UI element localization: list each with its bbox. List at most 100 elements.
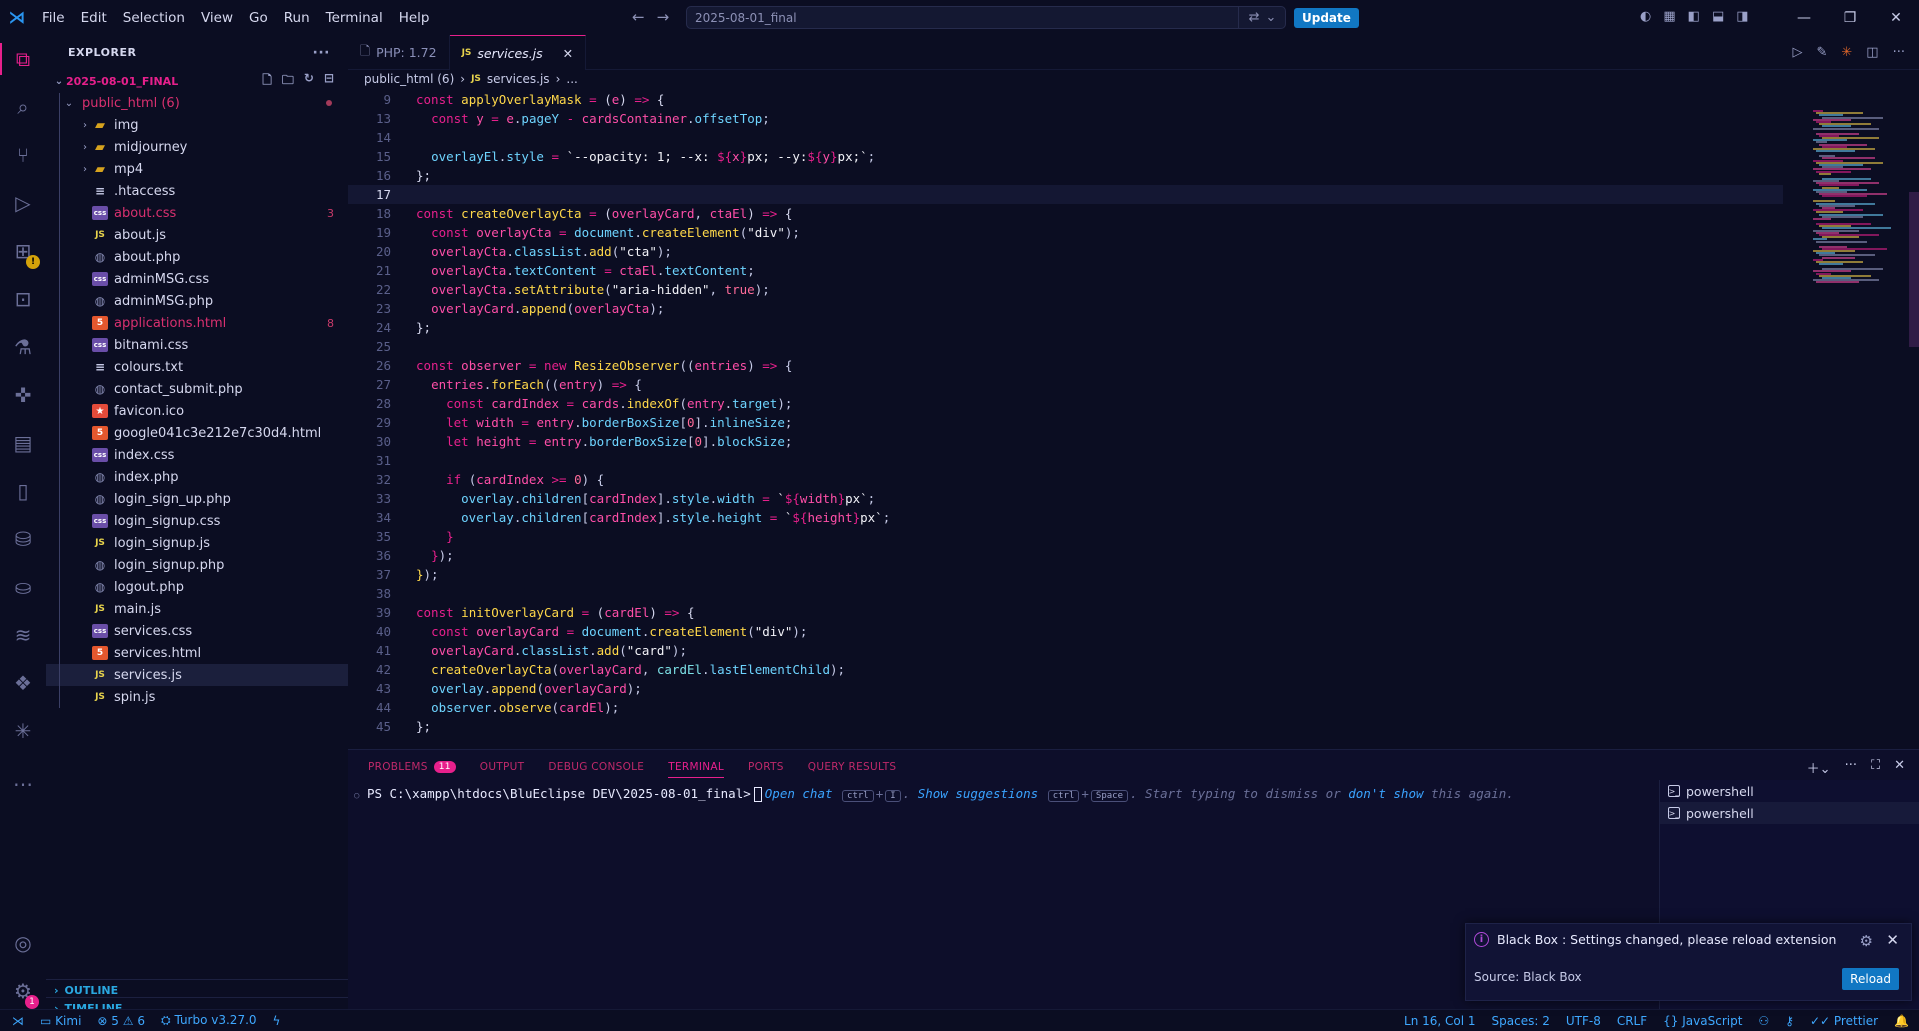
tree-file[interactable]: css index.css [46, 444, 348, 466]
code-line[interactable]: 29 let width = entry.borderBoxSize[0].in… [348, 413, 1783, 432]
split-editor-icon[interactable]: ◫ [1866, 45, 1878, 60]
open-chat-link[interactable]: Open chat [765, 786, 833, 801]
new-terminal-icon[interactable]: ＋⌄ [1807, 758, 1831, 777]
python-icon[interactable]: ✜ [0, 371, 46, 419]
new-folder-icon[interactable]: 🗀 [282, 71, 294, 92]
encoding[interactable]: UTF-8 [1566, 1014, 1601, 1028]
notebook-icon[interactable]: ▯ [0, 467, 46, 515]
tab-ports[interactable]: PORTS [748, 761, 784, 773]
blackbox-action-icon[interactable]: ✳ [1841, 45, 1852, 60]
tree-file[interactable]: ≡ .htaccess [46, 180, 348, 202]
testing-icon[interactable]: ⚗ [0, 323, 46, 371]
minimize-icon[interactable]: — [1781, 0, 1827, 35]
toggle-secondary-sidebar-icon[interactable]: ◨ [1736, 9, 1748, 24]
cursor-position[interactable]: Ln 16, Col 1 [1404, 1014, 1476, 1028]
php-server-icon[interactable]: ▤ [0, 419, 46, 467]
breadcrumb-folder[interactable]: public_html (6) [364, 72, 454, 86]
copilot-icon[interactable]: ⚇ [1758, 1014, 1769, 1028]
menu-edit[interactable]: Edit [73, 10, 115, 26]
layers-icon[interactable]: ≋ [0, 611, 46, 659]
code-line[interactable]: 45}; [348, 717, 1783, 736]
tree-folder[interactable]: › ▰ midjourney [46, 136, 348, 158]
tree-file[interactable]: 5 services.html [46, 642, 348, 664]
close-icon[interactable]: ✕ [1886, 931, 1899, 949]
code-line[interactable]: 24}; [348, 318, 1783, 337]
blackbox-icon[interactable]: ✳ [0, 707, 46, 755]
terminal-item[interactable]: >_ powershell [1660, 802, 1919, 824]
forward-arrow-icon[interactable]: → [657, 8, 670, 26]
tree-file[interactable]: ◍ index.php [46, 466, 348, 488]
code-line[interactable]: 28 const cardIndex = cards.indexOf(entry… [348, 394, 1783, 413]
update-button[interactable]: Update [1294, 8, 1359, 28]
code-line[interactable]: 27 entries.forEach((entry) => { [348, 375, 1783, 394]
explorer-icon[interactable]: ⧉ [0, 35, 46, 83]
tab-problems[interactable]: PROBLEMS 11 [368, 760, 456, 773]
command-center-search[interactable]: 2025-08-01_final [686, 6, 1286, 29]
tree-file[interactable]: ★ favicon.ico [46, 400, 348, 422]
tree-file[interactable]: JS services.js [46, 664, 348, 686]
lightning-icon[interactable]: ϟ [273, 1014, 281, 1028]
turbo-status[interactable]: ⛭ Turbo v3.27.0 [161, 1013, 257, 1028]
remote-icon[interactable]: ⋊ [12, 1014, 24, 1028]
close-window-icon[interactable]: ✕ [1873, 0, 1919, 35]
kimi-status[interactable]: ▭ Kimi [40, 1014, 81, 1028]
tree-file[interactable]: 5 google041c3e212e7c30d4.html [46, 422, 348, 444]
restore-icon[interactable]: ❐ [1827, 0, 1873, 35]
source-control-icon[interactable]: ⑂ [0, 131, 46, 179]
menu-help[interactable]: Help [391, 10, 438, 26]
tree-file[interactable]: ◍ login_signup.php [46, 554, 348, 576]
code-line[interactable]: 36 }); [348, 546, 1783, 565]
panel-more-icon[interactable]: ··· [1845, 758, 1857, 777]
code-editor[interactable]: 9 const applyOverlayMask = (e) => { 13 co… [348, 90, 1783, 749]
more-icon[interactable]: … [0, 755, 46, 803]
terminal-output[interactable]: ○ PS C:\xampp\htdocs\BluEclipse DEV\2025… [354, 786, 1514, 802]
code-line[interactable]: 39 const initOverlayCard = (cardEl) => { [348, 603, 1783, 622]
code-line[interactable]: 33 overlay.children[cardIndex].style.wid… [348, 489, 1783, 508]
tree-file[interactable]: css login_signup.css [46, 510, 348, 532]
code-line[interactable]: 38 [348, 584, 1783, 603]
code-line[interactable]: 42 createOverlayCta(overlayCard, cardEl.… [348, 660, 1783, 679]
tree-folder[interactable]: › ▰ img [46, 114, 348, 136]
tree-file[interactable]: JS spin.js [46, 686, 348, 708]
breadcrumb-file[interactable]: services.js [487, 72, 550, 86]
tab-services-js[interactable]: JS services.js ✕ [449, 35, 587, 70]
tree-file[interactable]: 5 applications.html 8 [46, 312, 348, 334]
code-line[interactable]: 32 if (cardIndex >= 0) { [348, 470, 1783, 489]
copilot-sync-icon[interactable]: ⇄ ⌄ [1238, 6, 1286, 29]
code-line[interactable]: 26 const observer = new ResizeObserver((e… [348, 356, 1783, 375]
code-review-icon[interactable]: ✎ [1816, 45, 1827, 60]
tree-file[interactable]: css about.css 3 [46, 202, 348, 224]
problems-status[interactable]: ⊗ 5 ⚠ 6 [97, 1014, 145, 1028]
customize-layout-icon[interactable]: ▦ [1663, 9, 1675, 24]
editor-more-icon[interactable]: ··· [1893, 45, 1905, 60]
tree-file[interactable]: ◍ login_sign_up.php [46, 488, 348, 510]
refresh-icon[interactable]: ↻ [304, 71, 314, 92]
code-line[interactable]: 34 overlay.children[cardIndex].style.hei… [348, 508, 1783, 527]
extensions-icon[interactable]: ⊞! [0, 227, 46, 275]
tree-file[interactable]: css bitnami.css [46, 334, 348, 356]
code-line[interactable]: 15 overlayEl.style = `--opacity: 1; --x:… [348, 147, 1783, 166]
code-line[interactable]: 31 [348, 451, 1783, 470]
tab-query-results[interactable]: QUERY RESULTS [808, 761, 897, 773]
manage-gear-icon[interactable]: ⚙ 1 [0, 967, 46, 1015]
sql-tools-icon[interactable]: ⛀ [0, 563, 46, 611]
code-line[interactable]: 19 const overlayCta = document.createEle… [348, 223, 1783, 242]
code-line[interactable]: 40 const overlayCard = document.createEl… [348, 622, 1783, 641]
tree-file[interactable]: ◍ contact_submit.php [46, 378, 348, 400]
code-line[interactable]: 21 overlayCta.textContent = ctaEl.textCo… [348, 261, 1783, 280]
close-tab-icon[interactable]: ✕ [563, 46, 573, 61]
tree-file[interactable]: css services.css [46, 620, 348, 642]
code-line[interactable]: 37}); [348, 565, 1783, 584]
dont-show-link[interactable]: don't show [1348, 786, 1423, 801]
menu-file[interactable]: File [34, 10, 73, 26]
maximize-panel-icon[interactable]: ⛶ [1871, 758, 1880, 777]
code-line[interactable]: 43 overlay.append(overlayCard); [348, 679, 1783, 698]
tree-file[interactable]: ◍ about.php [46, 246, 348, 268]
close-panel-icon[interactable]: ✕ [1894, 758, 1905, 777]
menu-go[interactable]: Go [241, 10, 276, 26]
tab-php[interactable]: 🗋 PHP: 1.72 [348, 35, 450, 70]
menu-selection[interactable]: Selection [115, 10, 193, 26]
toggle-panel-icon[interactable]: ⬓ [1712, 9, 1724, 24]
code-line[interactable]: 35 } [348, 527, 1783, 546]
tree-file[interactable]: JS login_signup.js [46, 532, 348, 554]
